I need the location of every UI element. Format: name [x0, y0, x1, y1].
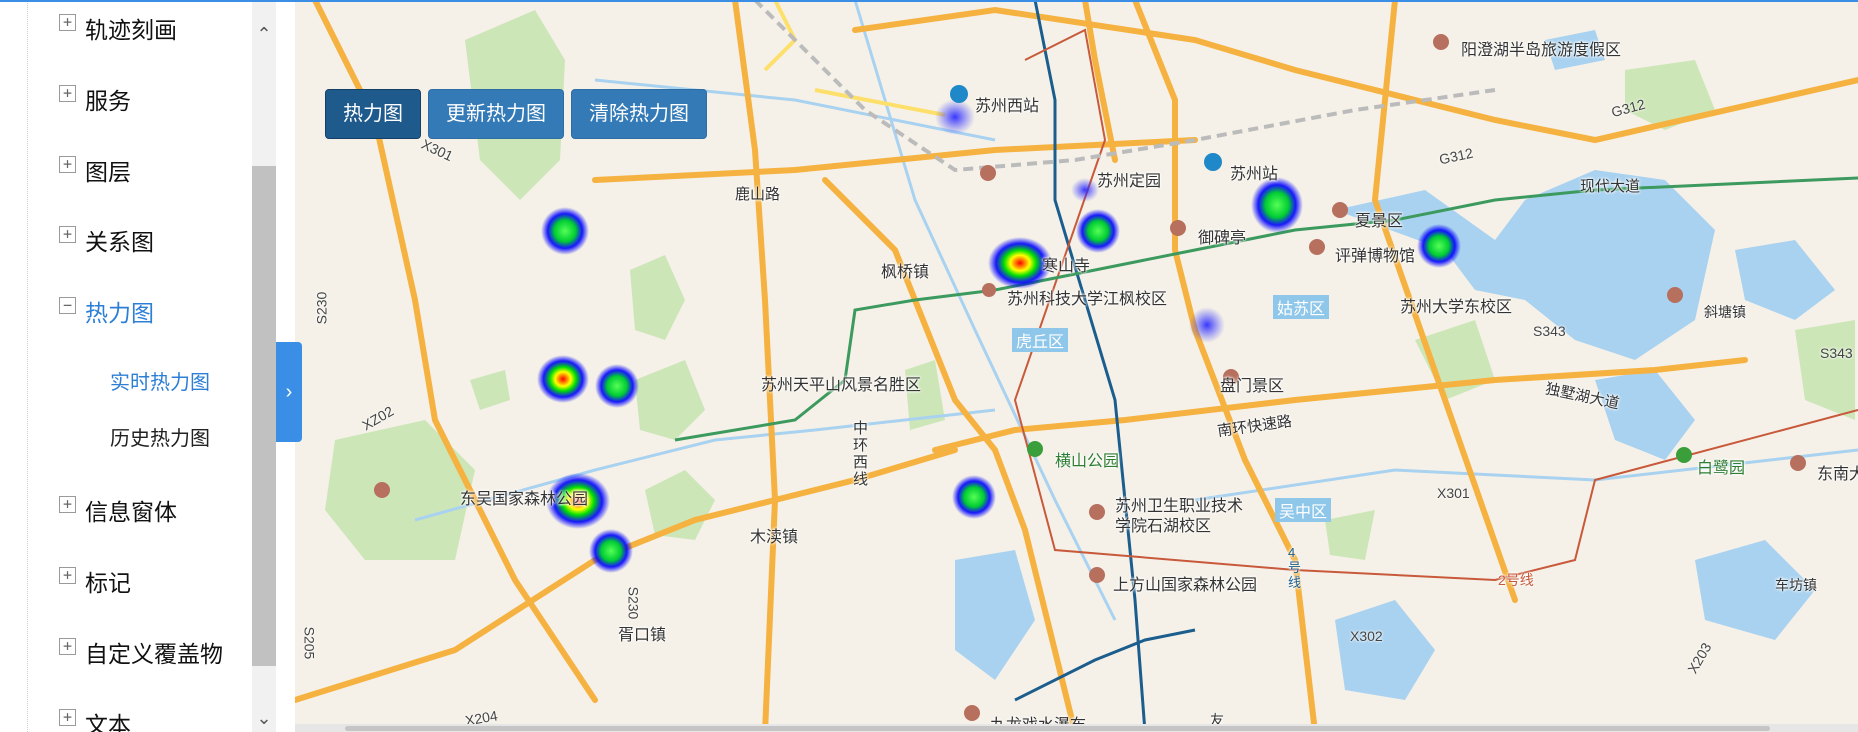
sidebar-item-label: 轨迹刻画: [85, 17, 177, 43]
map-label: 评弹博物馆: [1335, 248, 1416, 265]
map-label: 白鹭园: [1697, 460, 1746, 477]
map-scroll-thumb[interactable]: [345, 726, 1770, 731]
heatmap-button[interactable]: 热力图: [325, 89, 421, 139]
map-label: 苏州天平山风景名胜区: [761, 377, 922, 394]
map-label: 胥口镇: [618, 627, 667, 644]
sidebar-item-label: 服务: [85, 88, 131, 114]
expand-icon[interactable]: +: [59, 14, 76, 31]
sidebar-item-label: 信息窗体: [85, 499, 177, 525]
sidebar-item-label: 关系图: [85, 229, 154, 255]
sidebar-scroll-thumb[interactable]: [252, 166, 276, 666]
expand-icon[interactable]: +: [59, 709, 76, 726]
sidebar-item-relation[interactable]: + 关系图: [0, 218, 252, 278]
map-label: 苏州站: [1230, 166, 1279, 183]
map-label: 斜塘镇: [1704, 304, 1746, 320]
sidebar-subitem-realtime-heatmap[interactable]: 实时热力图: [110, 366, 210, 395]
sidebar: + 轨迹刻画 + 服务 + 图层 + 关系图 − 热力图 实时热力图 历史热力图…: [0, 0, 252, 732]
expand-icon[interactable]: +: [59, 567, 76, 584]
sidebar-item-label: 文本: [85, 712, 131, 732]
road-number-label: X301: [1437, 485, 1470, 501]
district-label: 吴中区: [1275, 498, 1332, 522]
sidebar-item-service[interactable]: + 服务: [0, 77, 252, 137]
map-label: 阳澄湖半岛旅游度假区: [1461, 42, 1622, 59]
sidebar-item-label: 图层: [85, 159, 131, 185]
road-number-label: S343: [1820, 345, 1853, 361]
road-number-label: S230: [313, 291, 330, 325]
sidebar-item-info-window[interactable]: + 信息窗体: [0, 488, 252, 548]
district-label: 姑苏区: [1273, 295, 1330, 319]
map-label: 东南大: [1817, 466, 1858, 483]
road-number-label: S230: [625, 586, 642, 620]
collapse-icon[interactable]: −: [59, 297, 76, 314]
sidebar-item-label: 自定义覆盖物: [85, 641, 223, 667]
sidebar-item-label: 热力图: [85, 300, 154, 326]
map-label: 苏州科技大学江枫校区: [1007, 291, 1168, 308]
expand-icon[interactable]: +: [59, 156, 76, 173]
district-label: 虎丘区: [1012, 328, 1069, 352]
sidebar-item-marker[interactable]: + 标记: [0, 559, 252, 619]
map-label: 上方山国家森林公园: [1113, 577, 1258, 594]
expand-icon[interactable]: +: [59, 226, 76, 243]
heatmap-toolbar: 热力图 更新热力图 清除热力图: [325, 89, 707, 139]
map-label: 御碑亭: [1198, 230, 1247, 247]
sidebar-item-text[interactable]: + 文本: [0, 701, 252, 732]
clear-heatmap-button[interactable]: 清除热力图: [571, 89, 707, 139]
metro-line-label: 2号线: [1498, 572, 1534, 588]
map-label: 苏州大学东校区: [1400, 299, 1513, 316]
road-number-label: S205: [301, 626, 318, 660]
road-name-label: 现代大道: [1580, 178, 1641, 195]
map-label: 木渎镇: [750, 529, 799, 546]
metro-line-label: 4号线: [1288, 545, 1302, 590]
map-label: 横山公园: [1055, 453, 1120, 470]
map-label: 苏州西站: [975, 98, 1040, 115]
scroll-up-icon[interactable]: ⌃: [252, 22, 276, 46]
expand-icon[interactable]: +: [59, 85, 76, 102]
sidebar-collapse-button[interactable]: ›: [276, 342, 302, 442]
map-label: 苏州卫生职业技术学院石湖校区: [1115, 498, 1244, 535]
expand-icon[interactable]: +: [59, 638, 76, 655]
update-heatmap-button[interactable]: 更新热力图: [428, 89, 564, 139]
road-name-label: 鹿山路: [735, 186, 781, 203]
map-label: 车坊镇: [1775, 577, 1817, 593]
road-number-label: X302: [1350, 628, 1383, 644]
scroll-down-icon[interactable]: ⌄: [252, 706, 276, 730]
sidebar-item-layer[interactable]: + 图层: [0, 148, 252, 208]
map-label: 苏州定园: [1097, 173, 1162, 190]
sidebar-item-label: 标记: [85, 570, 131, 596]
map-label: 东吴国家森林公园: [460, 491, 589, 508]
sidebar-subitem-history-heatmap[interactable]: 历史热力图: [110, 422, 210, 451]
map-label: 盘门景区: [1220, 378, 1285, 395]
road-name-label: 中环西线: [853, 420, 869, 488]
map-label: 夏景区: [1355, 213, 1404, 230]
expand-icon[interactable]: +: [59, 496, 76, 513]
map-label: 寒山寺: [1042, 258, 1091, 275]
road-number-label: S343: [1533, 323, 1566, 339]
sidebar-item-heatmap[interactable]: − 热力图: [0, 289, 252, 349]
sidebar-item-custom-overlay[interactable]: + 自定义覆盖物: [0, 630, 252, 690]
map-label: 枫桥镇: [881, 264, 930, 281]
sidebar-item-trajectory[interactable]: + 轨迹刻画: [0, 6, 252, 66]
